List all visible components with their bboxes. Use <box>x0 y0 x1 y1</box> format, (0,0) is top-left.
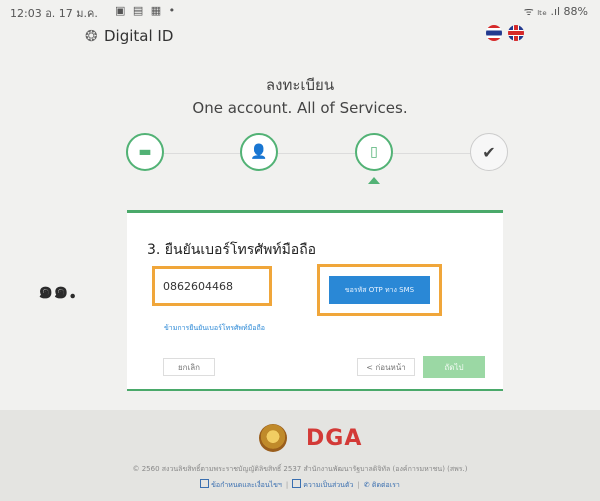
request-otp-button[interactable]: ขอรหัส OTP ทาง SMS <box>329 276 430 304</box>
handwritten-step-number: ๑๑. <box>38 275 77 304</box>
document-icon <box>292 479 302 488</box>
uk-flag-icon[interactable] <box>508 25 524 41</box>
step-1-card: ▬ <box>126 133 164 171</box>
cancel-button[interactable]: ยกเลิก <box>163 358 215 376</box>
step-4-check: ✔ <box>470 133 508 171</box>
footer-copyright: © 2560 สงวนลิขสิทธิ์ตามพระราชบัญญัติลิขส… <box>132 465 468 473</box>
terms-link[interactable]: ข้อกำหนดและเงื่อนไขฯ <box>211 481 282 489</box>
phone-icon: ▯ <box>370 144 378 160</box>
fingerprint-lion-logo-icon: ❂ <box>85 27 98 45</box>
phone-contact-icon: ✆ <box>363 481 372 489</box>
card-icon: ▬ <box>138 144 152 160</box>
otp-button-highlight: ขอรหัส OTP ทาง SMS <box>317 264 442 316</box>
status-indicators: ᯤ ₗₜₑ .ıl 88% <box>523 5 588 18</box>
skip-verification-link[interactable]: ข้ามการยืนยันเบอร์โทรศัพท์มือถือ <box>164 323 265 334</box>
check-icon: ✔ <box>482 142 496 162</box>
link-separator: | <box>285 481 289 489</box>
page-footer: DGA © 2560 สงวนลิขสิทธิ์ตามพระราชบัญญัติ… <box>0 410 600 501</box>
privacy-link[interactable]: ความเป็นส่วนตัว <box>303 481 353 489</box>
document-icon <box>200 479 210 488</box>
back-button[interactable]: < ก่อนหน้า <box>357 358 415 376</box>
phone-verification-card: 3. ยืนยันเบอร์โทรศัพท์มือถือ ขอรหัส OTP … <box>127 210 503 391</box>
status-time: 12:03 อ. 17 ม.ค. <box>10 7 98 20</box>
next-button[interactable]: ถัดไป <box>423 356 485 378</box>
government-emblem-icon <box>259 424 287 452</box>
step-3-phone: ▯ <box>355 133 393 171</box>
current-step-caret-icon <box>368 177 380 184</box>
app-header: ❂ Digital ID <box>0 22 600 52</box>
page-title: ลงทะเบียน <box>265 76 335 94</box>
brand-title: Digital ID <box>104 27 174 45</box>
step-2-user: 👤 <box>240 133 278 171</box>
phone-number-input[interactable] <box>152 266 272 306</box>
footer-links: ข้อกำหนดและเงื่อนไขฯ | ความเป็นส่วนตัว | ✆ ต… <box>0 479 600 491</box>
form-heading: 3. ยืนยันเบอร์โทรศัพท์มือถือ <box>147 242 317 258</box>
status-bar: 12:03 อ. 17 ม.ค. ▣ ▤ ▦ • ᯤ ₗₜₑ .ıl 88% <box>0 0 600 22</box>
link-separator: | <box>357 481 360 489</box>
stepper-line <box>150 153 490 154</box>
dga-logo: DGA <box>306 426 363 451</box>
notification-icons: ▣ ▤ ▦ • <box>115 4 178 17</box>
contact-link[interactable]: ติดต่อเรา <box>372 481 400 489</box>
page-subtitle: One account. All of Services. <box>192 99 408 117</box>
registration-stepper: ▬ 👤 ▯ ✔ <box>0 133 600 193</box>
user-icon: 👤 <box>250 144 268 160</box>
thai-flag-icon[interactable] <box>486 25 502 41</box>
